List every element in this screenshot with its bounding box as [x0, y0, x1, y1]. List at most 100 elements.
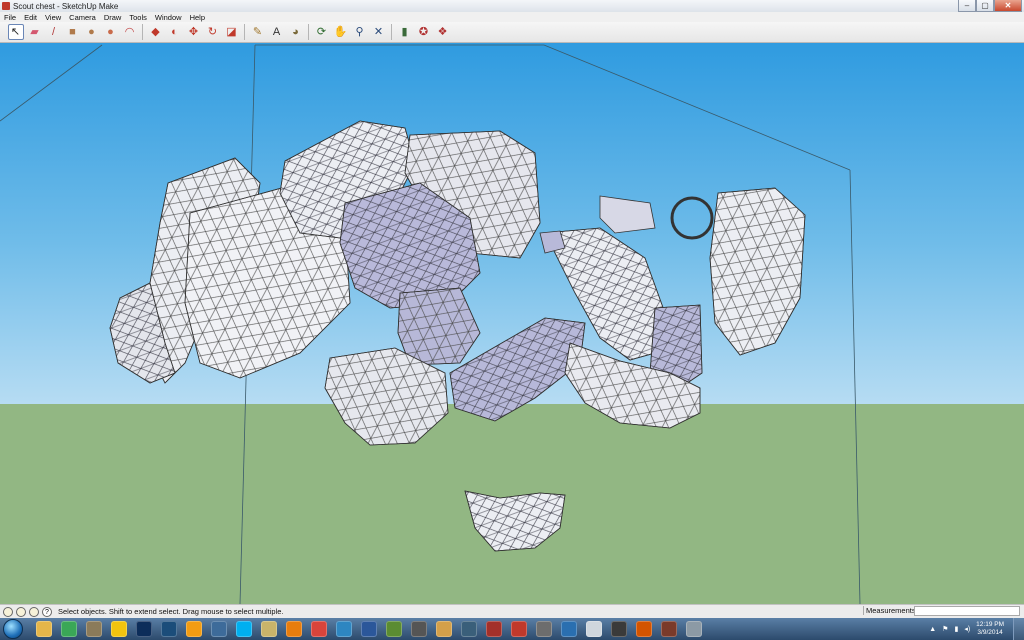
- skype-icon[interactable]: [235, 621, 252, 637]
- show-desktop-button[interactable]: [1013, 618, 1024, 640]
- components-icon: ✪: [418, 26, 429, 38]
- sketchup-icon[interactable]: [310, 621, 327, 637]
- tape-measure-tool[interactable]: ✎: [250, 24, 266, 40]
- warehouse-icon: ▮: [401, 26, 408, 38]
- game-blue-icon[interactable]: [560, 621, 577, 637]
- orbit-icon: ⟳: [316, 26, 327, 38]
- game-white-icon[interactable]: [585, 621, 602, 637]
- close-button[interactable]: ✕: [994, 0, 1022, 12]
- user-icon[interactable]: [29, 606, 39, 617]
- blender-icon[interactable]: [285, 621, 302, 637]
- nfs-icon[interactable]: [460, 621, 477, 637]
- model-scene: [0, 44, 861, 604]
- game-tall-icon[interactable]: [535, 621, 552, 637]
- select-tool[interactable]: ↖: [7, 24, 24, 40]
- chrome-icon[interactable]: [60, 621, 77, 637]
- push-pull-icon: ◆: [151, 26, 160, 38]
- window-controls: – ▢ ✕: [958, 0, 1022, 12]
- menu-tools[interactable]: Tools: [125, 13, 151, 22]
- text-icon: A: [272, 26, 281, 38]
- norton-icon[interactable]: [110, 621, 127, 637]
- paint-bucket-tool[interactable]: ◕: [288, 24, 304, 40]
- title-bar: Scout chest - SketchUp Make – ▢ ✕: [0, 0, 1024, 12]
- menu-edit[interactable]: Edit: [20, 13, 41, 22]
- arc-tool[interactable]: ◠: [122, 24, 138, 40]
- rectangle-tool[interactable]: ■: [65, 24, 81, 40]
- status-bar: ? Select objects. Shift to extend select…: [0, 604, 1024, 618]
- toolbar-separator: [391, 24, 392, 40]
- follow-me-icon: ◐: [171, 26, 178, 38]
- polygon-tool[interactable]: ●: [103, 24, 119, 40]
- taskbar-apps: [31, 621, 706, 637]
- menu-window[interactable]: Window: [151, 13, 186, 22]
- photoshop-icon[interactable]: [135, 621, 152, 637]
- model-viewport[interactable]: [0, 43, 1024, 604]
- system-tray: ▲ ⚑ ▮ ◂) 12:19 PM 3/9/2014: [929, 618, 1004, 640]
- game-orange-icon[interactable]: [635, 621, 652, 637]
- game-icon[interactable]: [210, 621, 227, 637]
- orbit-tool[interactable]: ⟳: [314, 24, 330, 40]
- game-round-icon[interactable]: [660, 621, 677, 637]
- tray-flag-icon[interactable]: ⚑: [942, 625, 948, 633]
- game-red-icon[interactable]: [510, 621, 527, 637]
- pan-icon: ✋: [333, 26, 348, 38]
- offset-icon: ◪: [226, 26, 237, 38]
- tray-network-icon[interactable]: ▮: [954, 625, 958, 633]
- explorer-icon[interactable]: [35, 621, 52, 637]
- rotate-tool[interactable]: ↻: [205, 24, 221, 40]
- status-hint: Select objects. Shift to extend select. …: [58, 607, 284, 616]
- tray-expand-icon[interactable]: ▲: [929, 626, 936, 633]
- circle-tool[interactable]: ●: [84, 24, 100, 40]
- zoom-icon: ⚲: [355, 26, 364, 38]
- tray-volume-icon[interactable]: ◂): [964, 625, 970, 633]
- zoom-extents-icon: ✕: [373, 26, 384, 38]
- select-icon: ↖: [10, 26, 21, 38]
- media-icon[interactable]: [85, 621, 102, 637]
- push-pull-tool[interactable]: ◆: [148, 24, 164, 40]
- extension-tool[interactable]: ❖: [435, 24, 451, 40]
- game-grey-icon[interactable]: [685, 621, 702, 637]
- toolbar-separator: [142, 24, 143, 40]
- measurements-input[interactable]: [914, 606, 1020, 616]
- zoom-extents-tool[interactable]: ✕: [371, 24, 387, 40]
- menu-camera[interactable]: Camera: [65, 13, 100, 22]
- text-tool[interactable]: A: [269, 24, 285, 40]
- pan-tool[interactable]: ✋: [333, 24, 349, 40]
- paint-bucket-icon: ◕: [292, 26, 299, 38]
- credits-icon[interactable]: [16, 606, 26, 617]
- rectangle-icon: ■: [69, 26, 76, 38]
- toolbar-separator: [244, 24, 245, 40]
- follow-me-tool[interactable]: ◐: [167, 24, 183, 40]
- start-button[interactable]: [3, 619, 23, 639]
- maximize-button[interactable]: ▢: [976, 0, 994, 12]
- zoom-tool[interactable]: ⚲: [352, 24, 368, 40]
- word-icon[interactable]: [360, 621, 377, 637]
- menu-help[interactable]: Help: [186, 13, 209, 22]
- menu-view[interactable]: View: [41, 13, 65, 22]
- circle-icon: ●: [88, 26, 95, 38]
- map-icon[interactable]: [435, 621, 452, 637]
- menu-draw[interactable]: Draw: [100, 13, 126, 22]
- vlc-icon[interactable]: [185, 621, 202, 637]
- minimize-button[interactable]: –: [958, 0, 976, 12]
- help-icon[interactable]: ?: [42, 606, 52, 617]
- move-tool[interactable]: ✥: [186, 24, 202, 40]
- components-tool[interactable]: ✪: [416, 24, 432, 40]
- game-99-icon[interactable]: [260, 621, 277, 637]
- eraser-tool[interactable]: ▰: [27, 24, 43, 40]
- tool-icon[interactable]: [335, 621, 352, 637]
- warehouse-tool[interactable]: ▮: [397, 24, 413, 40]
- menu-file[interactable]: File: [0, 13, 20, 22]
- steam-icon[interactable]: [160, 621, 177, 637]
- game-dark-icon[interactable]: [610, 621, 627, 637]
- main-toolbar: ↖ ▰ / ■ ● ● ◠ ◆ ◐ ✥ ↻ ◪ ✎ A ◕ ⟳ ✋ ⚲ ✕ ▮ ✪ ❖: [0, 22, 1024, 43]
- fcy-icon[interactable]: [485, 621, 502, 637]
- skyrim-icon[interactable]: [410, 621, 427, 637]
- geo-location-icon[interactable]: [3, 606, 13, 617]
- measurements-label: Measurements: [863, 606, 916, 615]
- pencil-tool[interactable]: /: [46, 24, 62, 40]
- clock-time: 12:19 PM: [976, 621, 1004, 628]
- minecraft-icon[interactable]: [385, 621, 402, 637]
- offset-tool[interactable]: ◪: [224, 24, 240, 40]
- clock[interactable]: 12:19 PM 3/9/2014: [976, 621, 1004, 637]
